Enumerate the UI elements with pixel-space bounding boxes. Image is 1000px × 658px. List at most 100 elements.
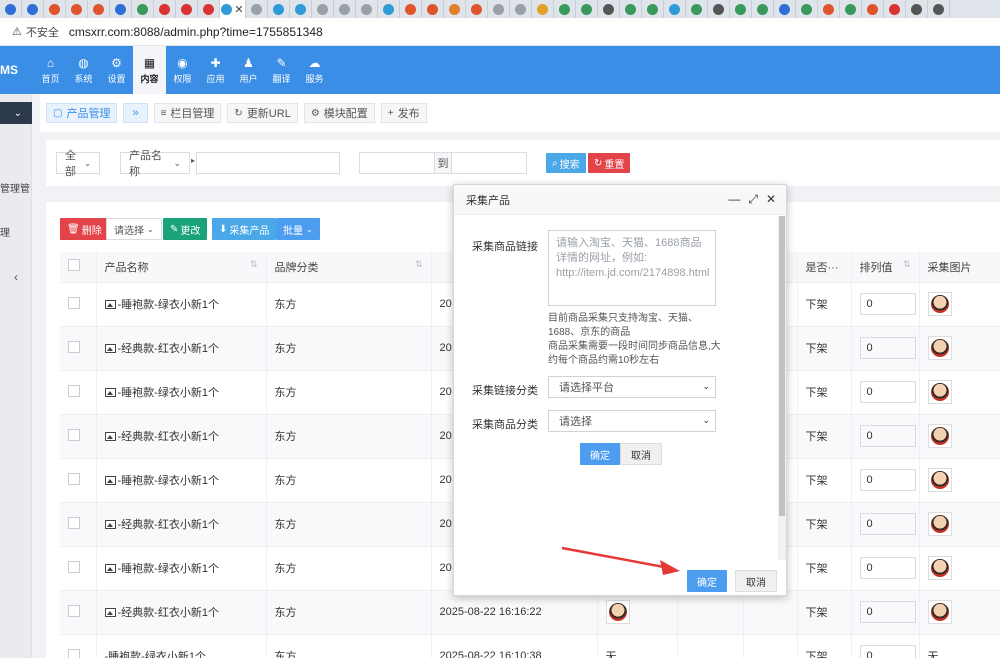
browser-tab[interactable] bbox=[818, 0, 840, 18]
browser-tab[interactable] bbox=[708, 0, 730, 18]
collect-thumbnail[interactable] bbox=[927, 556, 952, 580]
browser-tab[interactable] bbox=[290, 0, 312, 18]
nav-item-4[interactable]: ◉ 权限 bbox=[166, 46, 199, 94]
browser-tab[interactable] bbox=[110, 0, 132, 18]
browser-tab[interactable] bbox=[22, 0, 44, 18]
browser-tab[interactable] bbox=[422, 0, 444, 18]
platform-select[interactable]: 请选择平台 ⌄ bbox=[548, 376, 716, 398]
browser-tab[interactable] bbox=[132, 0, 154, 18]
browser-tab[interactable] bbox=[88, 0, 110, 18]
row-checkbox[interactable] bbox=[68, 472, 80, 485]
change-button[interactable]: ✎ 更改 bbox=[163, 218, 208, 240]
sort-input[interactable]: 0 bbox=[859, 337, 916, 359]
scope-select[interactable]: 全部 ⌄ bbox=[56, 150, 100, 178]
browser-tab[interactable] bbox=[356, 0, 378, 18]
row-checkbox[interactable] bbox=[68, 648, 80, 658]
sort-icon[interactable]: ⇅ bbox=[903, 259, 911, 270]
browser-tab[interactable] bbox=[730, 0, 752, 18]
close-tab-icon[interactable]: ✕ bbox=[234, 3, 243, 16]
sort-input[interactable]: 0 bbox=[859, 645, 916, 658]
table-row[interactable]: -睡袍款-绿衣小新1个 东方 2025-08-22 16:10:38 无 下架 0 无 bbox=[60, 634, 1000, 658]
sort-input[interactable]: 0 bbox=[859, 557, 916, 579]
field-select[interactable]: 产品名称 ⌄ bbox=[120, 150, 190, 178]
nav-item-8[interactable]: ☁ 服务 bbox=[298, 46, 331, 94]
browser-tab[interactable] bbox=[598, 0, 620, 18]
row-checkbox-cell[interactable] bbox=[60, 282, 97, 327]
keyword-input[interactable] bbox=[196, 152, 340, 174]
browser-tab[interactable] bbox=[66, 0, 88, 18]
row-checkbox-cell[interactable] bbox=[60, 590, 97, 635]
browser-tab[interactable] bbox=[840, 0, 862, 18]
inner-confirm-button[interactable]: 确定 bbox=[580, 443, 620, 465]
minimize-icon[interactable]: — bbox=[728, 192, 740, 207]
row-checkbox[interactable] bbox=[68, 428, 80, 441]
browser-tab[interactable] bbox=[378, 0, 400, 18]
tab-column-management[interactable]: ≡ 栏目管理 bbox=[153, 103, 222, 123]
sort-input[interactable]: 0 bbox=[859, 425, 916, 447]
tab-module-config[interactable]: ⚙ 模块配置 bbox=[303, 103, 375, 123]
browser-tab[interactable] bbox=[466, 0, 488, 18]
url-text[interactable]: cmsxrr.com:8088/admin.php?time=175585134… bbox=[69, 25, 323, 39]
browser-tab[interactable] bbox=[554, 0, 576, 18]
bulk-select[interactable]: 请选择 ⌄ bbox=[106, 218, 162, 240]
sort-input[interactable]: 0 bbox=[859, 601, 916, 623]
browser-tab[interactable] bbox=[796, 0, 818, 18]
browser-tab[interactable] bbox=[0, 0, 22, 18]
collect-thumbnail[interactable] bbox=[927, 292, 952, 316]
sidebar-item-text[interactable]: 理 bbox=[0, 224, 32, 239]
sort-input[interactable]: 0 bbox=[859, 381, 916, 403]
collect-thumbnail[interactable] bbox=[927, 512, 952, 536]
row-checkbox-cell[interactable] bbox=[60, 370, 97, 415]
browser-tab[interactable] bbox=[246, 0, 268, 18]
row-checkbox[interactable] bbox=[68, 516, 80, 529]
row-checkbox[interactable] bbox=[68, 384, 80, 397]
browser-tab[interactable] bbox=[268, 0, 290, 18]
collect-thumbnail[interactable] bbox=[927, 600, 952, 624]
nav-item-7[interactable]: ✎ 翻译 bbox=[265, 46, 298, 94]
collect-thumbnail[interactable] bbox=[927, 424, 952, 448]
maximize-icon[interactable]: ⤢ bbox=[748, 192, 758, 207]
tab-dropdown-button[interactable]: » bbox=[123, 103, 148, 123]
collect-thumbnail[interactable] bbox=[927, 336, 952, 360]
browser-tab[interactable] bbox=[334, 0, 356, 18]
browser-tab[interactable] bbox=[752, 0, 774, 18]
sort-icon[interactable]: ⇅ bbox=[415, 259, 423, 270]
category-select[interactable]: 请选择 ⌄ bbox=[548, 410, 716, 432]
row-checkbox-cell[interactable] bbox=[60, 546, 97, 591]
delete-button[interactable]: 🗑 删除 bbox=[60, 218, 109, 240]
column-header-status[interactable]: 是否··· bbox=[797, 252, 852, 283]
sort-input[interactable]: 0 bbox=[859, 293, 916, 315]
browser-tab[interactable] bbox=[312, 0, 334, 18]
browser-tab[interactable] bbox=[154, 0, 176, 18]
address-bar[interactable]: ⚠ 不安全 cmsxrr.com:8088/admin.php?time=175… bbox=[0, 18, 1000, 46]
nav-item-0[interactable]: ⌂ 首页 bbox=[34, 46, 67, 94]
browser-tab[interactable] bbox=[774, 0, 796, 18]
browser-tab[interactable] bbox=[176, 0, 198, 18]
browser-tab[interactable] bbox=[906, 0, 928, 18]
browser-tab[interactable] bbox=[664, 0, 686, 18]
collapse-chevron-left-icon[interactable]: ‹ bbox=[14, 270, 18, 284]
search-button[interactable]: ⌕ 搜索 bbox=[546, 153, 586, 173]
browser-tab[interactable] bbox=[44, 0, 66, 18]
collect-thumbnail[interactable] bbox=[927, 468, 952, 492]
dialog-confirm-button[interactable]: 确定 bbox=[687, 570, 727, 592]
nav-item-6[interactable]: ♟ 用户 bbox=[232, 46, 265, 94]
browser-tab[interactable] bbox=[532, 0, 554, 18]
batch-button[interactable]: 批量 ⌄ bbox=[276, 218, 320, 240]
nav-item-5[interactable]: ✚ 应用 bbox=[199, 46, 232, 94]
browser-tab[interactable] bbox=[488, 0, 510, 18]
reset-button[interactable]: ↻ 重置 bbox=[588, 153, 631, 173]
nav-item-2[interactable]: ⚙ 设置 bbox=[100, 46, 133, 94]
column-header-brand[interactable]: 品牌分类 ⇅ bbox=[266, 252, 432, 283]
browser-tab[interactable] bbox=[510, 0, 532, 18]
column-header-image[interactable]: 采集图片 bbox=[919, 252, 1000, 283]
select-all-checkbox-cell[interactable] bbox=[60, 252, 97, 283]
nav-item-1[interactable]: ◍ 系统 bbox=[67, 46, 100, 94]
collect-product-button[interactable]: ⬇ 采集产品 bbox=[212, 218, 277, 240]
tab-publish[interactable]: + 发布 bbox=[380, 103, 427, 123]
browser-tab[interactable] bbox=[400, 0, 422, 18]
row-checkbox[interactable] bbox=[68, 296, 80, 309]
product-link-textarea[interactable]: 请输入淘宝、天猫、1688商品详情的网址，例如: http://item.jd.… bbox=[548, 230, 716, 306]
dialog-cancel-button[interactable]: 取消 bbox=[735, 570, 777, 592]
start-date-input[interactable] bbox=[359, 152, 435, 174]
